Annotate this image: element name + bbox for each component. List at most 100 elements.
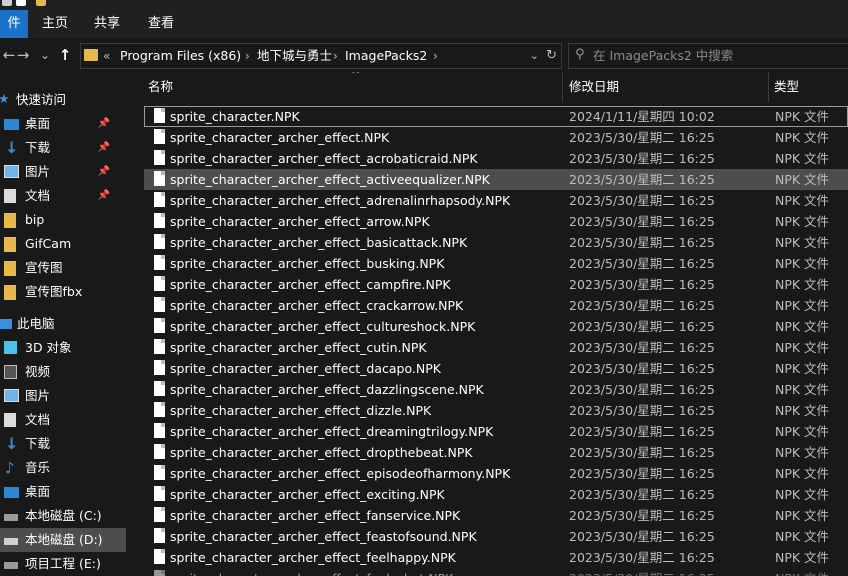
sidebar-item-promo-fbx[interactable]: 宣传图fbx <box>0 280 126 304</box>
sidebar-item-label: 项目工程 (E:) <box>25 556 101 571</box>
sidebar-item-gifcam[interactable]: GifCam <box>0 232 126 256</box>
breadcrumb-imagepacks2[interactable]: ImagePacks2 <box>345 44 427 68</box>
table-row[interactable]: sprite_character_archer_effect_busking.N… <box>144 253 848 274</box>
table-row[interactable]: sprite_character_archer_effect_adrenalin… <box>144 190 848 211</box>
search-box[interactable]: ⚲ 在 ImagePacks2 中搜索 <box>568 43 848 69</box>
file-type: NPK 文件 <box>775 319 830 334</box>
address-dropdown-icon[interactable]: ⌄ <box>530 44 539 68</box>
forward-button[interactable]: → <box>14 44 32 66</box>
file-name: sprite_character_archer_effect_dazzlings… <box>170 382 484 397</box>
table-row[interactable]: sprite_character_archer_effect_fanservic… <box>144 505 848 526</box>
sidebar-item-drive-e[interactable]: 项目工程 (E:) <box>0 552 126 576</box>
sidebar-item-pc-desktop[interactable]: 桌面 <box>0 480 126 504</box>
recent-locations-button[interactable]: ⌄ <box>36 44 54 66</box>
sidebar-item-pc-downloads[interactable]: ↓ 下载 <box>0 432 126 456</box>
table-row[interactable]: sprite_character_archer_effect_basicatta… <box>144 232 848 253</box>
file-name: sprite_character_archer_effect_acrobatic… <box>170 151 478 166</box>
file-type: NPK 文件 <box>775 256 830 271</box>
properties-icon[interactable] <box>16 0 26 6</box>
file-type: NPK 文件 <box>775 466 830 481</box>
quick-access-header[interactable]: ★ 快速访问 <box>0 88 126 112</box>
file-name: sprite_character_archer_effect_dizzle.NP… <box>170 403 432 418</box>
up-button[interactable]: ↑ <box>56 44 74 66</box>
sidebar-item-videos[interactable]: 视频 <box>0 360 126 384</box>
column-header-date[interactable]: 修改日期 <box>569 72 619 102</box>
breadcrumb-separator-icon[interactable]: › <box>245 44 250 68</box>
overflow-chevron-icon[interactable]: « <box>103 44 110 68</box>
sidebar-item-pc-pictures[interactable]: 图片 <box>0 384 126 408</box>
refresh-icon[interactable]: ↻ <box>546 44 557 68</box>
table-row[interactable]: sprite_character_archer_effect_activeequ… <box>144 169 848 190</box>
file-date: 2023/5/30/星期二 16:25 <box>569 319 715 334</box>
table-row[interactable]: sprite_character_archer_effect_cutin.NPK… <box>144 337 848 358</box>
table-row[interactable]: sprite_character_archer_effect.NPK 2023/5… <box>144 127 848 148</box>
videos-icon <box>4 365 17 379</box>
breadcrumb-dnf[interactable]: 地下城与勇士 <box>257 44 332 68</box>
file-name: sprite_character_archer_effect.NPK <box>170 130 390 145</box>
sidebar-item-3d-objects[interactable]: 3D 对象 <box>0 336 126 360</box>
table-row[interactable]: sprite_character_archer_effect_campfire.… <box>144 274 848 295</box>
sidebar-item-downloads[interactable]: ↓ 下载 📌 <box>0 136 126 160</box>
sidebar-item-documents[interactable]: 文档 📌 <box>0 184 126 208</box>
table-row[interactable]: sprite_character_archer_effect_culturesh… <box>144 316 848 337</box>
menu-home-tab[interactable]: 主页 <box>38 10 72 38</box>
sidebar-item-pc-documents[interactable]: 文档 <box>0 408 126 432</box>
table-row[interactable]: sprite_character_archer_effect_exciting.… <box>144 484 848 505</box>
sidebar-item-bip[interactable]: bip <box>0 208 126 232</box>
menu-view-tab[interactable]: 查看 <box>144 10 178 38</box>
file-type: NPK 文件 <box>775 151 830 166</box>
new-folder-icon[interactable] <box>36 0 46 6</box>
sidebar-item-desktop[interactable]: 桌面 📌 <box>0 112 126 136</box>
table-row[interactable]: sprite_character_archer_effect_dreamingt… <box>144 421 848 442</box>
pin-icon[interactable]: 📌 <box>98 160 110 184</box>
file-date: 2023/5/30/星期二 16:25 <box>569 403 715 418</box>
table-row[interactable]: sprite_character_archer_effect_crackarro… <box>144 295 848 316</box>
pin-icon[interactable]: 📌 <box>98 112 110 136</box>
table-row[interactable]: sprite_character_archer_effect_dizzle.NP… <box>144 400 848 421</box>
column-divider[interactable] <box>562 72 563 102</box>
table-row[interactable]: sprite_character_archer_effect_dacapo.NP… <box>144 358 848 379</box>
sidebar-item-drive-c[interactable]: 本地磁盘 (C:) <box>0 504 126 528</box>
table-row[interactable]: sprite_character_archer_effect_feelhappy… <box>144 547 848 568</box>
table-row[interactable]: sprite_character_archer_effect_feastofso… <box>144 526 848 547</box>
column-divider[interactable] <box>768 72 769 102</box>
sidebar-item-label: bip <box>25 212 45 227</box>
file-date: 2023/5/30/星期二 16:25 <box>569 487 715 502</box>
file-icon <box>154 486 165 501</box>
folder-icon <box>4 237 16 252</box>
sidebar-item-pictures[interactable]: 图片 📌 <box>0 160 126 184</box>
table-row[interactable]: sprite_character_archer_effect_feelsohot… <box>144 568 848 576</box>
breadcrumb-separator-icon[interactable]: › <box>333 44 338 68</box>
table-row[interactable]: sprite_character_archer_effect_acrobatic… <box>144 148 848 169</box>
title-bar <box>0 0 848 10</box>
column-header-type[interactable]: 类型 <box>774 72 799 102</box>
folder-icon <box>4 285 16 300</box>
breadcrumb-program-files[interactable]: Program Files (x86) <box>120 44 241 68</box>
pin-icon[interactable]: 📌 <box>98 136 110 160</box>
file-date: 2023/5/30/星期二 16:25 <box>569 550 715 565</box>
table-row[interactable]: sprite_character_archer_effect_dazzlings… <box>144 379 848 400</box>
pin-icon[interactable]: 📌 <box>98 184 110 208</box>
menu-file-tab[interactable]: 件 <box>0 10 28 38</box>
this-pc-header[interactable]: 此电脑 <box>0 312 126 336</box>
navigation-bar: ← → ⌄ ↑ « Program Files (x86) › 地下城与勇士 ›… <box>0 38 848 72</box>
column-header-name[interactable]: 名称 <box>148 72 173 102</box>
file-name: sprite_character_archer_effect_dropthebe… <box>170 445 473 460</box>
sidebar-item-music[interactable]: ♪ 音乐 <box>0 456 126 480</box>
address-bar[interactable]: « Program Files (x86) › 地下城与勇士 › ImagePa… <box>80 43 562 69</box>
pictures-icon <box>4 389 19 402</box>
documents-icon <box>4 189 16 203</box>
breadcrumb-separator-icon[interactable]: › <box>433 44 438 68</box>
computer-icon <box>0 319 12 329</box>
menu-share-tab[interactable]: 共享 <box>90 10 124 38</box>
download-icon: ↓ <box>5 138 19 157</box>
file-type: NPK 文件 <box>775 193 830 208</box>
table-row[interactable]: sprite_character_archer_effect_arrow.NPK… <box>144 211 848 232</box>
sidebar-item-promo[interactable]: 宣传图 <box>0 256 126 280</box>
sidebar-item-drive-d[interactable]: 本地磁盘 (D:) <box>0 528 126 552</box>
table-row[interactable]: sprite_character.NPK 2024/1/11/星期四 10:02 N… <box>144 106 848 127</box>
file-icon <box>154 381 165 396</box>
table-row[interactable]: sprite_character_archer_effect_episodeof… <box>144 463 848 484</box>
table-row[interactable]: sprite_character_archer_effect_dropthebe… <box>144 442 848 463</box>
file-type: NPK 文件 <box>775 109 830 124</box>
